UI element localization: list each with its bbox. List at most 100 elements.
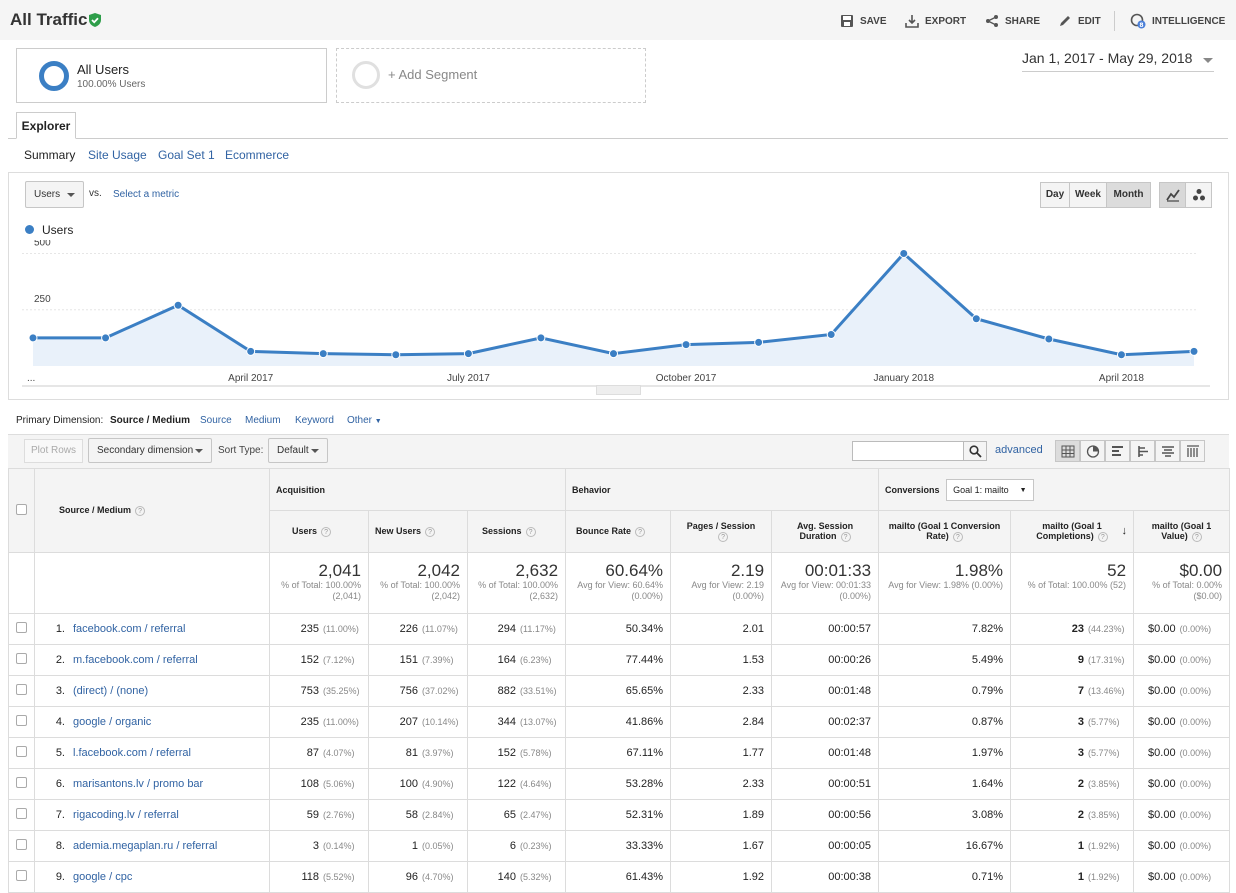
col-avg-duration[interactable]: Avg. Session Duration? [771,510,880,553]
add-segment-label: + Add Segment [388,67,478,82]
table-row[interactable]: 3. (direct) / (none) 753 (35.25%) 756 (37.02%… [8,675,1231,707]
primary-dimension-active: Source / Medium [110,415,191,426]
performance-view-button[interactable] [1105,440,1130,462]
share-button[interactable]: SHARE [985,13,1040,29]
table-row[interactable]: 8. ademia.megaplan.ru / referral 3 (0.14%) 1… [8,830,1231,862]
row-checkbox[interactable] [16,839,27,850]
edit-button[interactable]: EDIT [1058,13,1101,29]
metric-select[interactable]: Users [25,181,84,208]
col-users[interactable]: Users? [269,510,369,553]
table-row[interactable]: 9. google / cpc 118 (5.52%) 96 (4.70%) 140 (5.3… [8,861,1231,893]
sessions-cell: 164 (6.23%) [466,644,567,676]
subtab-goal-set[interactable]: Goal Set 1 [158,148,215,162]
comparison-view-button[interactable] [1130,440,1155,462]
sort-type-select[interactable]: Default [268,438,328,463]
source-medium-link[interactable]: rigacoding.lv / referral [73,809,179,821]
date-range-picker[interactable]: Jan 1, 2017 - May 29, 2018 [1022,50,1214,72]
row-checkbox-cell [8,830,35,862]
sessions-percent: (33.51%) [520,686,557,696]
primary-dimension-source[interactable]: Source [200,415,232,426]
table-row[interactable]: 2. m.facebook.com / referral 152 (7.12%) 151… [8,644,1231,676]
users-cell: 152 (7.12%) [269,644,369,676]
source-medium-link[interactable]: google / cpc [73,871,132,883]
data-view-button[interactable] [1055,440,1080,462]
table-search-input[interactable] [852,441,964,461]
source-medium-link[interactable]: l.facebook.com / referral [73,747,191,759]
new-users-cell: 151 (7.39%) [368,644,468,676]
table-row[interactable]: 4. google / organic 235 (11.00%) 207 (10.14%)… [8,706,1231,738]
select-metric-link[interactable]: Select a metric [113,189,179,200]
col-new-users[interactable]: New Users? [368,510,468,553]
subtab-summary[interactable]: Summary [24,148,75,162]
subtab-site-usage[interactable]: Site Usage [88,148,147,162]
row-checkbox[interactable] [16,808,27,819]
row-checkbox[interactable] [16,870,27,881]
table-row[interactable]: 5. l.facebook.com / referral 87 (4.07%) 81 (3… [8,737,1231,769]
primary-dimension-keyword[interactable]: Keyword [295,415,334,426]
goal-value-value: $0.00 [1148,778,1176,790]
y-tick-label: 250 [34,294,51,305]
subtab-ecommerce[interactable]: Ecommerce [225,148,289,162]
pivot-view-button[interactable] [1180,440,1205,462]
users-cell: 235 (11.00%) [269,613,369,645]
table-row[interactable]: 6. marisantons.lv / promo bar 108 (5.06%) 10… [8,768,1231,800]
search-button[interactable] [963,441,987,461]
col-bounce-rate[interactable]: Bounce Rate? [565,510,672,553]
select-all-checkbox[interactable] [16,504,27,515]
export-button[interactable]: EXPORT [905,13,966,29]
data-point [609,349,618,359]
chevron-down-icon[interactable] [1203,58,1213,63]
source-medium-link[interactable]: ademia.megaplan.ru / referral [73,840,217,852]
totals-subtext: Avg for View: 60.64% (0.00%) [577,580,664,601]
advanced-filter-link[interactable]: advanced [995,444,1043,456]
goal-value-percent: (0.00%) [1179,872,1212,882]
period-day-button[interactable]: Day [1040,182,1070,208]
col-completions[interactable]: mailto (Goal 1 Completions)? ↓ [1010,510,1135,553]
segment-all-users[interactable]: All Users 100.00% Users [16,48,327,103]
totals-cell: 2.19 Avg for View: 2.19 (0.00%) [670,552,773,614]
plot-rows-button[interactable]: Plot Rows [24,439,83,463]
totals-empty [34,552,270,614]
chart-resize-handle[interactable] [596,385,641,395]
source-medium-link[interactable]: marisantons.lv / promo bar [73,778,203,790]
motion-chart-view-button[interactable] [1185,182,1212,208]
secondary-dimension-select[interactable]: Secondary dimension [88,438,212,463]
bar-chart-icon [1112,446,1123,456]
row-checkbox[interactable] [16,715,27,726]
goal-select[interactable]: Goal 1: mailto ▼ [946,478,1034,501]
source-medium-link[interactable]: (direct) / (none) [73,685,148,697]
row-checkbox[interactable] [16,746,27,757]
line-chart-view-button[interactable] [1159,182,1186,208]
save-button[interactable]: SAVE [840,13,887,29]
col-sessions[interactable]: Sessions? [466,510,567,553]
conversions-label: Conversions [885,484,940,495]
row-checkbox[interactable] [16,653,27,664]
percentage-view-button[interactable] [1080,440,1105,462]
row-checkbox[interactable] [16,684,27,695]
verified-shield-icon [89,13,101,27]
tab-explorer[interactable]: Explorer [16,112,76,139]
completions-value: 2 [1077,809,1085,821]
period-month-button[interactable]: Month [1106,182,1151,208]
add-segment-button[interactable]: + Add Segment [336,48,646,103]
row-checkbox[interactable] [16,622,27,633]
row-checkbox[interactable] [16,777,27,788]
period-week-button[interactable]: Week [1069,182,1107,208]
primary-dimension-other-label: Other [347,415,373,426]
dimension-header[interactable]: Source / Medium? [34,468,270,553]
source-medium-link[interactable]: m.facebook.com / referral [73,654,198,666]
col-goal-value[interactable]: mailto (Goal 1 Value)? [1133,510,1231,553]
table-row[interactable]: 7. rigacoding.lv / referral 59 (2.76%) 58 (2.… [8,799,1231,831]
primary-dimension-medium[interactable]: Medium [245,415,281,426]
pages-session-value: 1.67 [742,840,765,852]
col-pages-session[interactable]: Pages / Session? [670,510,773,553]
table-row[interactable]: 1. facebook.com / referral 235 (11.00%) 226 (… [8,613,1231,645]
source-medium-link[interactable]: facebook.com / referral [73,623,186,635]
primary-dimension-other[interactable]: Other ▼ [347,415,382,426]
term-cloud-view-button[interactable] [1155,440,1180,462]
totals-cell: 52% of Total: 100.00% (52) [1010,552,1135,614]
col-conversion-rate[interactable]: mailto (Goal 1 Conversion Rate)? [878,510,1012,553]
intelligence-button[interactable]: 8 INTELLIGENCE [1130,13,1225,29]
help-icon: ? [525,527,536,537]
source-medium-link[interactable]: google / organic [73,716,151,728]
